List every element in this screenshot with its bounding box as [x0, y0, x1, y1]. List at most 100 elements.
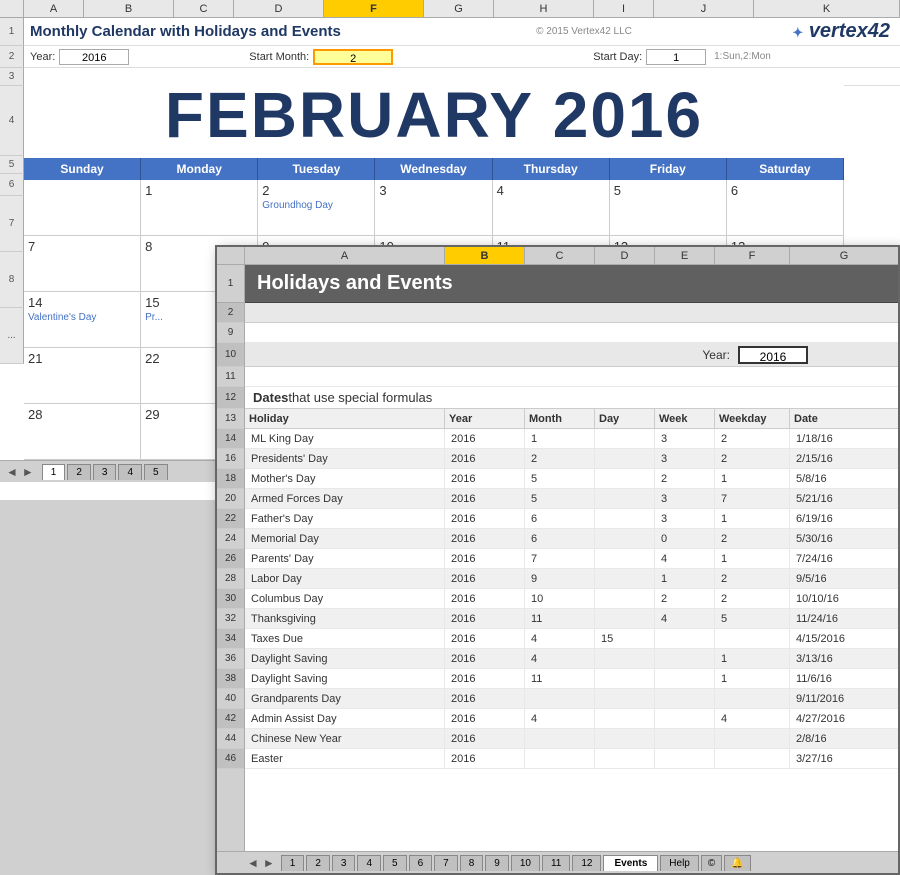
td-holiday: Armed Forces Day — [245, 489, 445, 508]
td-week — [655, 749, 715, 768]
td-weekday: 2 — [715, 569, 790, 588]
td-month: 11 — [525, 669, 595, 688]
friday-header: Friday — [610, 158, 727, 180]
day-21: 21 — [24, 348, 141, 403]
td-holiday: Grandparents Day — [245, 689, 445, 708]
day-code: 1:Sun,2:Mon — [714, 51, 771, 62]
start-month-input[interactable]: 2 — [313, 49, 393, 65]
col-j: J — [654, 0, 754, 17]
popup-tab-events[interactable]: Events — [603, 855, 658, 871]
td-month: 6 — [525, 509, 595, 528]
td-week: 4 — [655, 549, 715, 568]
popup-tab-12[interactable]: 12 — [572, 855, 601, 871]
sheet-tab-5[interactable]: 5 — [144, 464, 168, 480]
col-h: H — [494, 0, 594, 17]
popup-row-numbers: 1 2 9 10 11 12 13 14 16 18 20 22 24 26 2… — [217, 265, 245, 851]
td-weekday: 2 — [715, 589, 790, 608]
td-day — [595, 429, 655, 448]
popup-col-b: B — [445, 247, 525, 264]
td-date: 2/15/16 — [790, 449, 898, 468]
td-month: 2 — [525, 449, 595, 468]
table-row: Memorial Day 2016 6 0 2 5/30/16 — [245, 529, 898, 549]
popup-tab-8[interactable]: 8 — [460, 855, 484, 871]
thursday-header: Thursday — [493, 158, 610, 180]
table-row: Mother's Day 2016 5 2 1 5/8/16 — [245, 469, 898, 489]
popup-tab-nav-right[interactable]: ► — [263, 856, 275, 870]
td-month: 6 — [525, 529, 595, 548]
section-header-suffix: that use special formulas — [288, 390, 432, 405]
td-year: 2016 — [445, 609, 525, 628]
popup-tab-3[interactable]: 3 — [332, 855, 356, 871]
popup-tab-nav-left[interactable]: ◄ — [247, 856, 259, 870]
tab-nav-left[interactable]: ◄ — [6, 465, 18, 479]
day-28: 28 — [24, 404, 141, 459]
td-year: 2016 — [445, 489, 525, 508]
year-input[interactable]: 2016 — [59, 49, 129, 65]
col-a: A — [24, 0, 84, 17]
table-row: Taxes Due 2016 4 15 4/15/2016 — [245, 629, 898, 649]
day-empty-1 — [24, 180, 141, 235]
table-row: Armed Forces Day 2016 5 3 7 5/21/16 — [245, 489, 898, 509]
td-week: 3 — [655, 449, 715, 468]
popup-tab-copyright[interactable]: © — [701, 855, 722, 871]
sheet-tab-4[interactable]: 4 — [118, 464, 142, 480]
td-day — [595, 589, 655, 608]
popup-col-c: C — [525, 247, 595, 264]
td-month: 11 — [525, 609, 595, 628]
sheet-tab-1[interactable]: 1 — [42, 464, 66, 480]
td-year: 2016 — [445, 709, 525, 728]
td-weekday: 7 — [715, 489, 790, 508]
popup-tab-7[interactable]: 7 — [434, 855, 458, 871]
td-day — [595, 449, 655, 468]
sheet-tab-3[interactable]: 3 — [93, 464, 117, 480]
td-year: 2016 — [445, 469, 525, 488]
td-week — [655, 709, 715, 728]
popup-tab-10[interactable]: 10 — [511, 855, 540, 871]
popup-tab-1[interactable]: 1 — [281, 855, 305, 871]
td-date: 7/24/16 — [790, 549, 898, 568]
tab-nav-right[interactable]: ► — [22, 465, 34, 479]
sheet-tab-2[interactable]: 2 — [67, 464, 91, 480]
th-day: Day — [595, 409, 655, 428]
start-day-input[interactable]: 1 — [646, 49, 706, 65]
td-weekday: 1 — [715, 649, 790, 668]
table-row: Father's Day 2016 6 3 1 6/19/16 — [245, 509, 898, 529]
day-7: 7 — [24, 236, 141, 291]
table-row: Parents' Day 2016 7 4 1 7/24/16 — [245, 549, 898, 569]
popup-year-input[interactable]: 2016 — [738, 346, 808, 364]
td-date: 11/24/16 — [790, 609, 898, 628]
td-year: 2016 — [445, 649, 525, 668]
td-day — [595, 709, 655, 728]
section-header-bold: Dates — [253, 390, 288, 405]
td-year: 2016 — [445, 689, 525, 708]
td-date: 4/15/2016 — [790, 629, 898, 648]
td-year: 2016 — [445, 569, 525, 588]
vertex-logo: ✦ vertex42 — [684, 20, 900, 43]
td-year: 2016 — [445, 669, 525, 688]
popup-tab-11[interactable]: 11 — [542, 855, 570, 871]
td-holiday: Easter — [245, 749, 445, 768]
table-row: Daylight Saving 2016 11 1 11/6/16 — [245, 669, 898, 689]
td-day: 15 — [595, 629, 655, 648]
saturday-header: Saturday — [727, 158, 844, 180]
popup-tab-6[interactable]: 6 — [409, 855, 433, 871]
table-row: Thanksgiving 2016 11 4 5 11/24/16 — [245, 609, 898, 629]
popup-tab-4[interactable]: 4 — [357, 855, 381, 871]
popup-tab-9[interactable]: 9 — [485, 855, 509, 871]
th-date: Date — [790, 409, 898, 428]
popup-tab-bell[interactable]: 🔔 — [724, 855, 750, 871]
td-month: 4 — [525, 709, 595, 728]
popup-tab-5[interactable]: 5 — [383, 855, 407, 871]
td-date: 2/8/16 — [790, 729, 898, 748]
popup-tab-2[interactable]: 2 — [306, 855, 330, 871]
td-weekday: 1 — [715, 549, 790, 568]
popup-content-area: Holidays and Events Year: 2016 Dates tha… — [245, 265, 898, 851]
calendar-title: Monthly Calendar with Holidays and Event… — [24, 23, 484, 40]
td-day — [595, 649, 655, 668]
td-month — [525, 749, 595, 768]
popup-tab-help[interactable]: Help — [660, 855, 699, 871]
col-i: I — [594, 0, 654, 17]
popup-col-f: F — [715, 247, 790, 264]
spreadsheet-corner — [0, 0, 24, 18]
td-month — [525, 729, 595, 748]
